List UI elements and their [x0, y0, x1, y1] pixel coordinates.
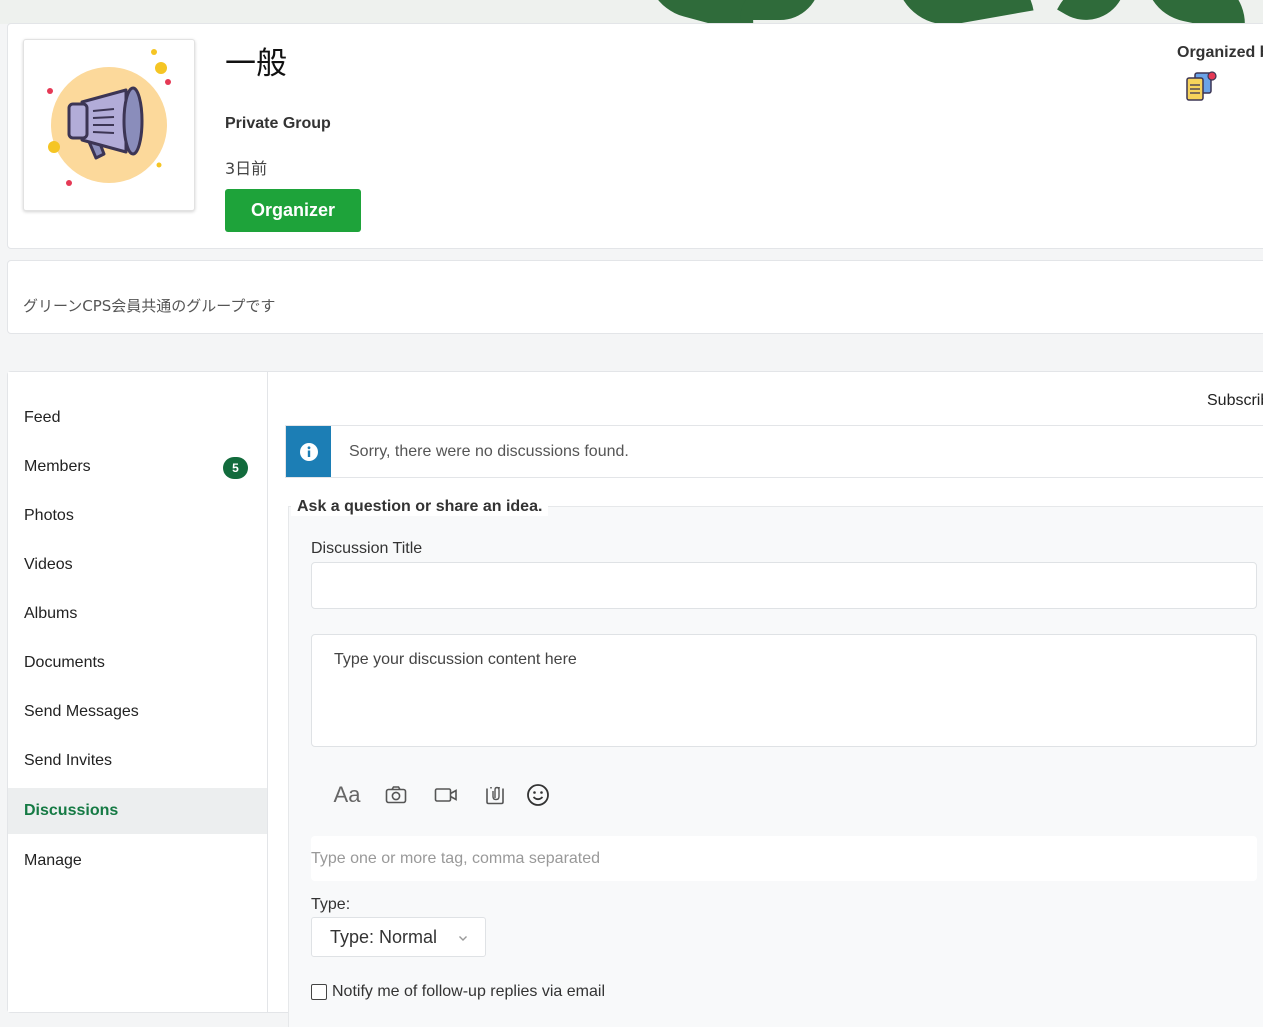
organized-by-label: Organized by	[1177, 44, 1263, 61]
sidebar-item-label: Documents	[24, 654, 105, 671]
info-icon	[286, 426, 331, 477]
subscribe-link[interactable]: Subscribe	[1207, 392, 1263, 410]
sidebar-item-label: Manage	[24, 852, 82, 869]
no-discussions-message: Sorry, there were no discussions found.	[349, 443, 629, 460]
group-sidebar: Feed Members 5 Photos Videos Albums Docum…	[8, 372, 268, 1012]
sidebar-item-label: Albums	[24, 605, 78, 622]
discussion-title-input[interactable]	[311, 562, 1257, 609]
sidebar-item-videos[interactable]: Videos	[8, 542, 267, 588]
leaf-decoration	[1136, 0, 1254, 24]
sidebar-item-label: Feed	[24, 409, 61, 426]
sidebar-item-members[interactable]: Members 5	[8, 444, 267, 490]
discussion-type-select[interactable]: Type: Normal	[311, 917, 486, 957]
notify-replies-checkbox[interactable]	[311, 984, 327, 1000]
video-icon[interactable]	[433, 781, 459, 809]
sidebar-item-send-invites[interactable]: Send Invites	[8, 738, 267, 784]
cover-banner	[0, 0, 1263, 24]
group-header: 一般 Private Group 3日前 Organizer Organized…	[7, 23, 1263, 249]
sidebar-item-manage[interactable]: Manage	[8, 838, 267, 884]
sidebar-item-albums[interactable]: Albums	[8, 591, 267, 637]
discussion-title-label: Discussion Title	[311, 540, 423, 557]
group-timestamp: 3日前	[225, 159, 268, 178]
organizer-avatar[interactable]	[1181, 70, 1219, 104]
leaf-decoration	[1057, 0, 1123, 24]
group-description-card: グリーンCPS会員共通のグループです	[7, 260, 1263, 334]
megaphone-icon	[47, 49, 171, 186]
sidebar-item-feed[interactable]: Feed	[8, 395, 267, 441]
sidebar-item-label: Videos	[24, 556, 73, 573]
attachment-icon[interactable]	[483, 781, 507, 809]
type-select-value: Type: Normal	[330, 926, 438, 947]
form-legend: Ask a question or share an idea.	[291, 498, 549, 516]
sidebar-item-label: Members	[24, 458, 91, 475]
group-privacy: Private Group	[225, 115, 331, 132]
document-stack-icon	[1186, 71, 1217, 101]
leaf-decoration	[896, 0, 1034, 24]
group-name: 一般	[225, 46, 287, 82]
group-description: グリーンCPS会員共通のグループです	[23, 297, 276, 315]
sidebar-item-label: Discussions	[24, 802, 119, 819]
tags-input[interactable]	[311, 836, 1257, 881]
discussion-content-input[interactable]	[311, 634, 1257, 747]
organizer-button[interactable]: Organizer	[225, 189, 361, 232]
sidebar-item-photos[interactable]: Photos	[8, 493, 267, 539]
discussions-panel: Subscribe Sorry, there were no discussio…	[268, 372, 1263, 1027]
emoji-icon[interactable]	[526, 781, 550, 809]
camera-icon[interactable]	[384, 781, 408, 809]
type-label: Type:	[311, 896, 351, 913]
text-format-icon[interactable]: Aa	[332, 781, 362, 809]
notify-replies-option[interactable]: Notify me of follow-up replies via email	[311, 983, 605, 1001]
chevron-down-icon	[457, 928, 469, 949]
leaf-decoration	[740, 0, 820, 20]
sidebar-item-label: Send Messages	[24, 703, 139, 720]
no-discussions-alert: Sorry, there were no discussions found.	[285, 425, 1263, 478]
members-count-badge: 5	[223, 457, 248, 479]
sidebar-item-send-messages[interactable]: Send Messages	[8, 689, 267, 735]
sidebar-item-label: Send Invites	[24, 752, 113, 769]
group-avatar[interactable]	[23, 39, 195, 211]
group-main: Feed Members 5 Photos Videos Albums Docum…	[7, 371, 1263, 1027]
sidebar-item-label: Photos	[24, 507, 74, 524]
sidebar-item-discussions[interactable]: Discussions	[8, 788, 267, 834]
sidebar-item-documents[interactable]: Documents	[8, 640, 267, 686]
notify-replies-label: Notify me of follow-up replies via email	[332, 983, 605, 1000]
